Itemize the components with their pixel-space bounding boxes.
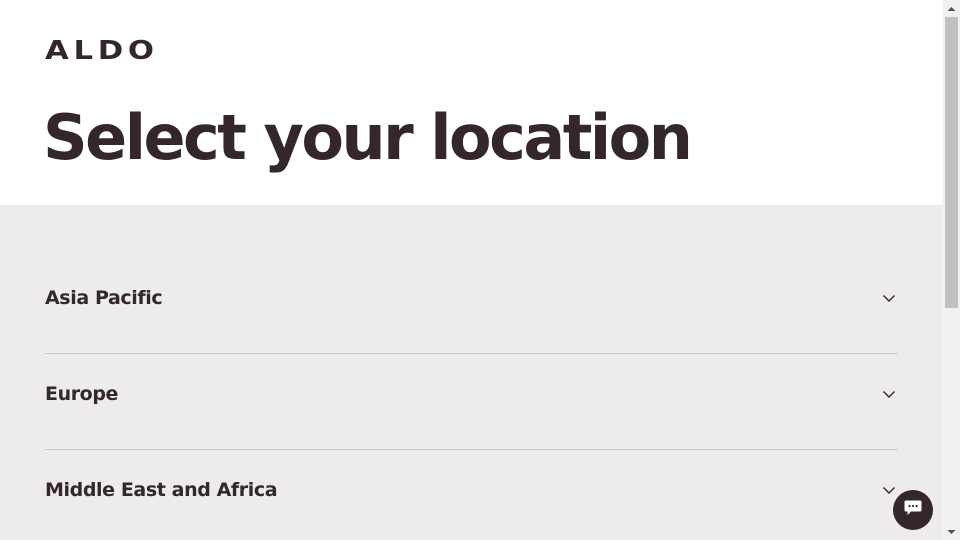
scroll-up-arrow-icon[interactable]: [943, 0, 960, 17]
scrollbar-thumb[interactable]: [945, 17, 958, 308]
region-middle-east-and-africa[interactable]: Middle East and Africa: [45, 450, 898, 540]
region-label: Asia Pacific: [45, 287, 163, 309]
page-title: Select your location: [43, 101, 693, 174]
region-label: Europe: [45, 383, 119, 405]
page: ALDO Select your location Asia Pacific E…: [0, 0, 943, 540]
aldo-logo[interactable]: ALDO: [45, 38, 159, 64]
region-asia-pacific[interactable]: Asia Pacific: [45, 258, 898, 354]
chat-bubble-icon: [903, 499, 923, 522]
region-selector: Asia Pacific Europe Middle East and Afri…: [0, 205, 943, 540]
chevron-down-icon[interactable]: [882, 291, 896, 305]
region-europe[interactable]: Europe: [45, 354, 898, 450]
vertical-scrollbar[interactable]: [943, 0, 960, 540]
chat-button[interactable]: [893, 490, 933, 530]
page-header: ALDO Select your location: [0, 0, 943, 205]
chevron-down-icon[interactable]: [882, 387, 896, 401]
region-label: Middle East and Africa: [45, 479, 278, 501]
scroll-down-arrow-icon[interactable]: [943, 523, 960, 540]
chevron-down-icon[interactable]: [882, 483, 896, 497]
region-list: Asia Pacific Europe Middle East and Afri…: [45, 258, 898, 540]
